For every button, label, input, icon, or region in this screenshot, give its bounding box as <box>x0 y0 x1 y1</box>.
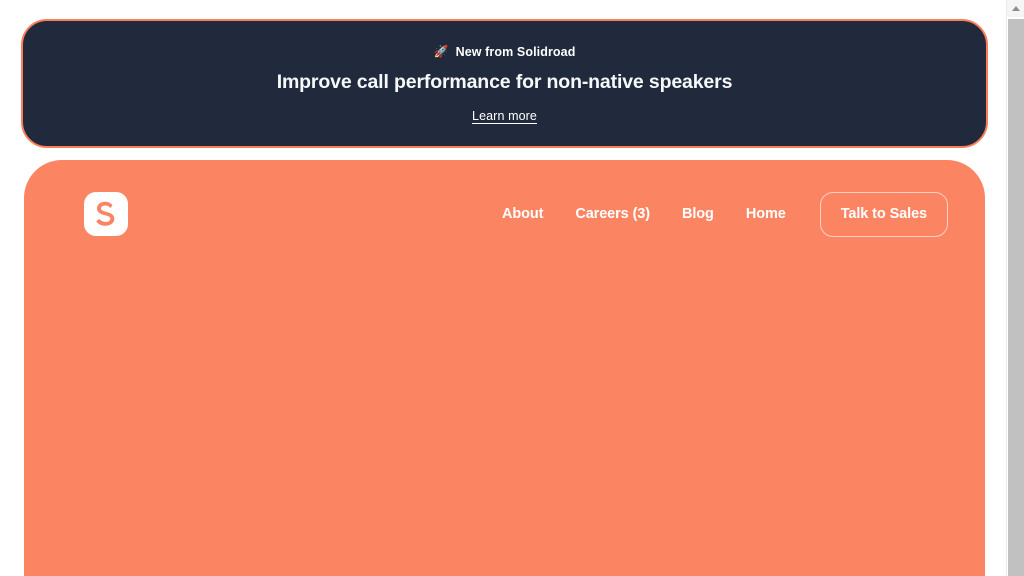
announcement-headline: Improve call performance for non-native … <box>276 70 733 93</box>
rocket-icon: 🚀 <box>433 44 449 59</box>
nav-item-home[interactable]: Home <box>730 188 802 240</box>
scroll-up-arrow-glyph <box>1011 6 1020 11</box>
vertical-scrollbar[interactable] <box>1006 0 1024 576</box>
solidroad-logo[interactable] <box>84 192 128 236</box>
nav-item-careers[interactable]: Careers (3) <box>559 188 666 240</box>
site-header: About Careers (3) Blog Home Talk to Sale… <box>24 160 985 272</box>
hero-section: About Careers (3) Blog Home Talk to Sale… <box>24 160 985 576</box>
browser-viewport: 🚀 New from Solidroad Improve call perfor… <box>0 0 1006 576</box>
announcement-banner: 🚀 New from Solidroad Improve call perfor… <box>21 19 988 148</box>
scrollbar-thumb[interactable] <box>1008 19 1024 576</box>
announcement-eyebrow: 🚀 New from Solidroad <box>434 46 576 59</box>
talk-to-sales-button[interactable]: Talk to Sales <box>819 191 948 237</box>
announcement-eyebrow-label: New from Solidroad <box>455 45 576 60</box>
nav-item-blog[interactable]: Blog <box>666 188 730 240</box>
scroll-up-icon[interactable] <box>1007 0 1024 17</box>
learn-more-link[interactable]: Learn more <box>472 109 537 123</box>
primary-nav: About Careers (3) Blog Home Talk to Sale… <box>486 188 948 240</box>
nav-item-about[interactable]: About <box>486 188 559 240</box>
